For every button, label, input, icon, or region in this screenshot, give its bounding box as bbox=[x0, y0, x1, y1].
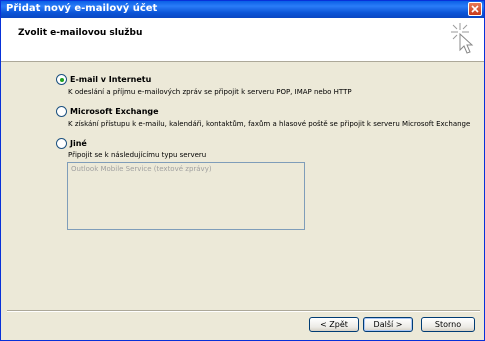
next-button[interactable]: Další > bbox=[363, 317, 413, 332]
close-icon bbox=[471, 5, 479, 13]
cancel-button[interactable]: Storno bbox=[421, 317, 475, 332]
radio-exchange[interactable] bbox=[56, 106, 67, 117]
option-other-label: Jiné bbox=[70, 139, 87, 148]
back-button[interactable]: < Zpět bbox=[309, 317, 359, 332]
wizard-header: Zvolit e-mailovou službu bbox=[1, 18, 484, 62]
close-button[interactable] bbox=[468, 2, 482, 16]
divider bbox=[7, 310, 480, 312]
wand-cursor-icon bbox=[451, 23, 474, 54]
option-exchange[interactable]: Microsoft Exchange bbox=[56, 106, 159, 117]
option-other[interactable]: Jiné bbox=[56, 138, 87, 149]
option-internet-email[interactable]: E-mail v Internetu bbox=[56, 74, 151, 85]
window-title: Přidat nový e-mailový účet bbox=[6, 3, 158, 14]
server-type-list[interactable]: Outlook Mobile Service (textové zprávy) bbox=[67, 162, 305, 230]
option-exchange-desc: K získání přístupu k e-mailu, kalendáři,… bbox=[68, 120, 471, 128]
page-title: Zvolit e-mailovou službu bbox=[18, 28, 143, 38]
option-other-desc: Připojit se k následujícímu typu serveru bbox=[68, 151, 207, 159]
option-exchange-label: Microsoft Exchange bbox=[70, 107, 159, 116]
option-internet-email-label: E-mail v Internetu bbox=[70, 75, 152, 84]
radio-other[interactable] bbox=[56, 138, 67, 149]
list-item[interactable]: Outlook Mobile Service (textové zprávy) bbox=[71, 165, 212, 173]
options-area: E-mail v Internetu K odeslání a příjmu e… bbox=[1, 62, 484, 308]
radio-internet-email[interactable] bbox=[56, 74, 67, 85]
add-account-dialog: Přidat nový e-mailový účet Zvolit e-mail… bbox=[0, 0, 485, 341]
option-internet-email-desc: K odeslání a příjmu e-mailových zpráv se… bbox=[68, 88, 352, 96]
title-bar[interactable]: Přidat nový e-mailový účet bbox=[1, 1, 484, 18]
